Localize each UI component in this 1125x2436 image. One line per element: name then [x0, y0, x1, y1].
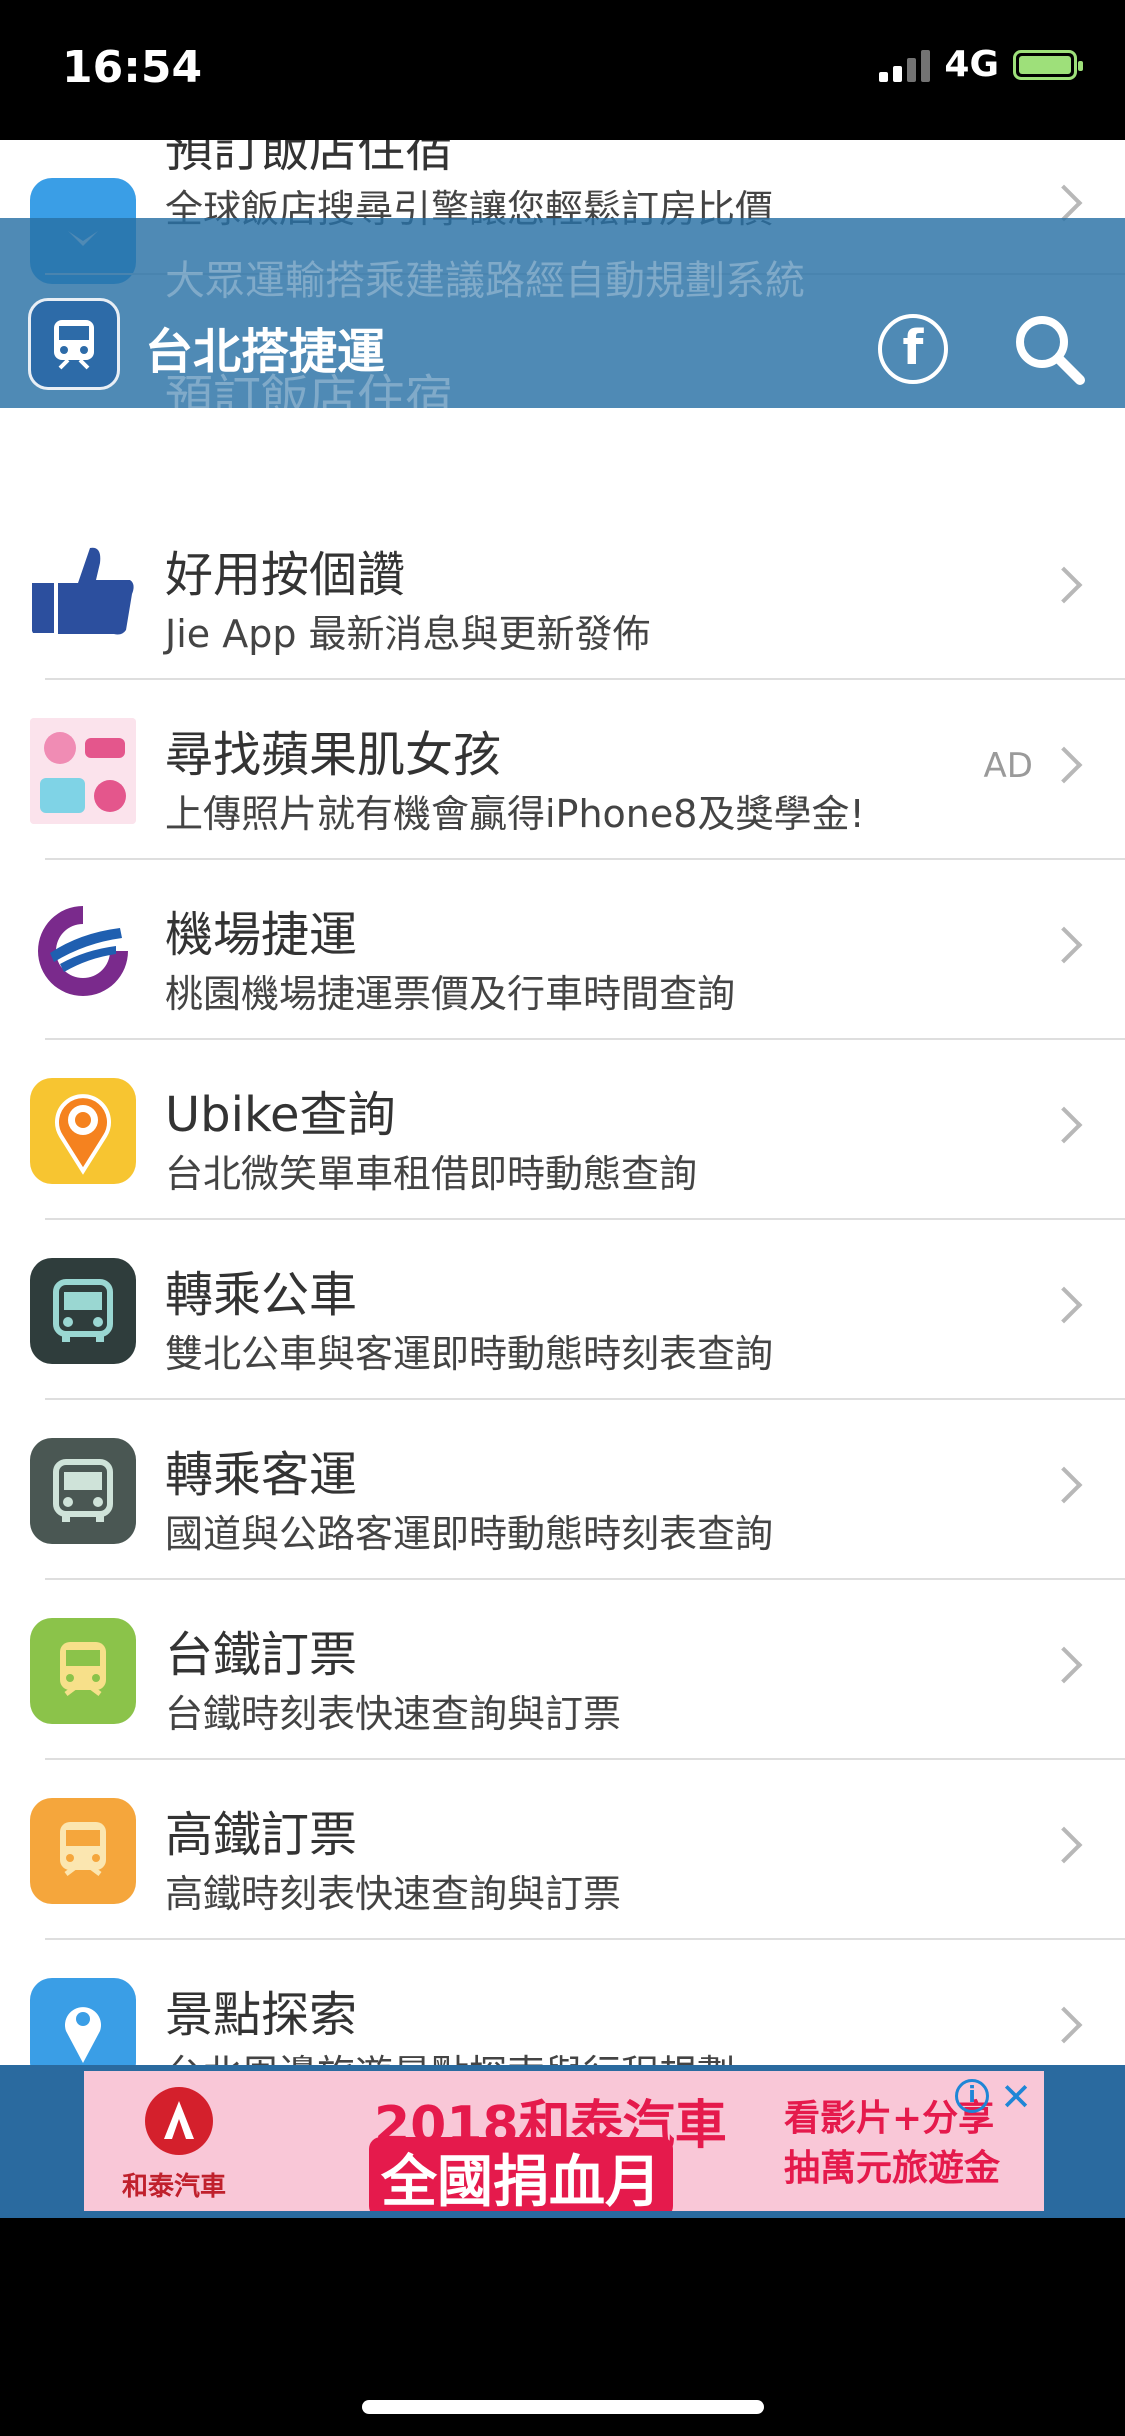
ubike-pin-icon — [30, 1078, 136, 1184]
list-item-subtitle: 高鐵時刻表快速查詢與訂票 — [165, 1872, 622, 1916]
list-item-subtitle: 台北微笑單車租借即時動態查詢 — [165, 1152, 698, 1196]
chevron-right-icon — [1045, 2006, 1083, 2044]
cellular-signal-icon — [879, 48, 931, 82]
ad-creative[interactable]: 和泰汽車 2018和泰汽車 全國捐血月 看影片+分享 抽萬元旅遊金 i ✕ — [84, 2071, 1044, 2211]
list-item-tra[interactable]: 台鐵訂票 台鐵時刻表快速查詢與訂票 — [0, 1580, 1125, 1760]
chevron-right-icon — [1045, 1106, 1083, 1144]
chevron-right-icon — [1045, 1826, 1083, 1864]
list-item-title: 高鐵訂票 — [165, 1807, 358, 1863]
list-item-subtitle: 國道與公路客運即時動態時刻表查詢 — [165, 1512, 774, 1556]
list-item-subtitle: 桃園機場捷運票價及行車時間查詢 — [165, 972, 736, 1016]
ad-headline-main: 全國捐血月 — [369, 2137, 673, 2211]
list-item-subtitle: 台鐵時刻表快速查詢與訂票 — [165, 1692, 622, 1736]
list-item-title: Ubike查詢 — [165, 1087, 396, 1143]
thumbs-up-icon — [30, 538, 136, 644]
list-item-title: 景點探索 — [165, 1987, 358, 2043]
list-item-subtitle: 台北周邊旅遊景點探索與行程規劃 — [165, 2043, 735, 2065]
hotai-logo-icon — [145, 2087, 213, 2155]
list-item-ad[interactable]: 尋找蘋果肌女孩 上傳照片就有機會贏得iPhone8及獎學金! AD — [0, 680, 1125, 860]
list-item-title: 台鐵訂票 — [165, 1627, 358, 1683]
ad-banner: 和泰汽車 2018和泰汽車 全國捐血月 看影片+分享 抽萬元旅遊金 i ✕ — [0, 2065, 1125, 2218]
list-item-title: 機場捷運 — [165, 907, 358, 963]
facebook-icon[interactable]: f — [878, 314, 948, 384]
ad-tagline-2: 抽萬元旅遊金 — [784, 2148, 1001, 2189]
metro-app-icon — [28, 298, 120, 390]
chevron-right-icon — [1045, 1646, 1083, 1684]
chevron-right-icon — [1045, 746, 1083, 784]
ad-promo-icon — [30, 718, 136, 824]
list-item-hsr[interactable]: 高鐵訂票 高鐵時刻表快速查詢與訂票 — [0, 1760, 1125, 1940]
list-item-like[interactable]: 好用按個讚 Jie App 最新消息與更新發佈 — [0, 500, 1125, 680]
status-indicators: 4G — [879, 44, 1083, 85]
list-item-title: 尋找蘋果肌女孩 — [165, 727, 502, 783]
chevron-right-icon — [1045, 1466, 1083, 1504]
list-item-title: 轉乘客運 — [165, 1447, 358, 1503]
chevron-right-icon — [1045, 926, 1083, 964]
list-item-subtitle: 上傳照片就有機會贏得iPhone8及獎學金! — [165, 792, 865, 836]
network-type: 4G — [944, 44, 999, 85]
nav-header: 大眾運輸搭乘建議路經自動規劃系統 預訂飯店住宿 台北搭捷運 f — [0, 218, 1125, 408]
ad-label: AD — [983, 746, 1033, 786]
list-item-ubike[interactable]: Ubike查詢 台北微笑單車租借即時動態查詢 — [0, 1040, 1125, 1220]
list-item-title: 好用按個讚 — [165, 547, 406, 603]
chevron-right-icon — [1045, 1286, 1083, 1324]
ad-info-icon[interactable]: i — [955, 2079, 989, 2113]
airport-mrt-logo-icon — [30, 898, 136, 1004]
page-title: 台北搭捷運 — [145, 324, 386, 380]
list-item-airport-mrt[interactable]: 機場捷運 桃園機場捷運票價及行車時間查詢 — [0, 860, 1125, 1040]
status-bar: 16:54 4G — [0, 0, 1125, 140]
ad-brand: 和泰汽車 — [122, 2172, 227, 2202]
main-list-area: 預訂飯店住宿 全球飯店搜尋引擎讓您輕鬆訂房比價 好用按個讚 Jie App 最新… — [0, 140, 1125, 2065]
list-item-subtitle: 雙北公車與客運即時動態時刻表查詢 — [165, 1332, 774, 1376]
list-item-bus[interactable]: 轉乘公車 雙北公車與客運即時動態時刻表查詢 — [0, 1220, 1125, 1400]
list-item-attractions[interactable]: 景點探索 台北周邊旅遊景點探索與行程規劃 — [0, 1940, 1125, 2065]
scrolled-under-subtitle: 大眾運輸搭乘建議路經自動規劃系統 — [165, 258, 805, 304]
status-time: 16:54 — [62, 42, 203, 93]
ad-close-icon[interactable]: ✕ — [1000, 2075, 1032, 2119]
coach-icon — [30, 1438, 136, 1544]
list-item-title: 預訂飯店住宿 — [165, 140, 454, 178]
chevron-right-icon — [1045, 184, 1083, 222]
search-icon[interactable] — [1008, 308, 1088, 388]
home-indicator[interactable] — [362, 2400, 764, 2414]
chevron-right-icon — [1045, 566, 1083, 604]
battery-charging-icon — [1013, 49, 1083, 80]
list-item-coach[interactable]: 轉乘客運 國道與公路客運即時動態時刻表查詢 — [0, 1400, 1125, 1580]
tra-train-icon — [30, 1618, 136, 1724]
bus-icon — [30, 1258, 136, 1364]
list-item-subtitle: Jie App 最新消息與更新發佈 — [165, 612, 651, 656]
map-pin-icon — [30, 1978, 136, 2065]
list-item-title: 轉乘公車 — [165, 1267, 358, 1323]
hsr-train-icon — [30, 1798, 136, 1904]
